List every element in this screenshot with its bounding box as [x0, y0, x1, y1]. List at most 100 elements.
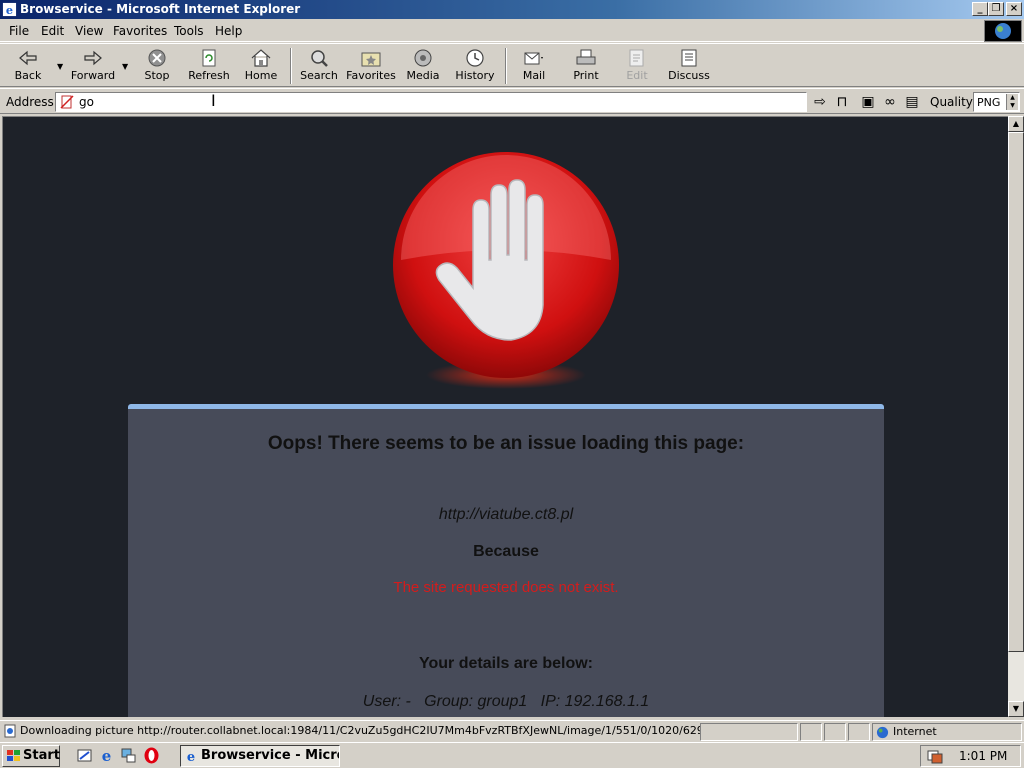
error-reason: The site requested does not exist.	[393, 579, 619, 596]
discuss-icon	[681, 49, 697, 67]
address-input[interactable]: go	[55, 92, 807, 112]
quality-label: Quality	[930, 95, 973, 109]
browser-window: e Browservice - Microsoft Internet Explo…	[0, 0, 1024, 768]
show-desktop-icon[interactable]	[76, 747, 93, 764]
close-button[interactable]: ×	[1006, 2, 1022, 16]
svg-text:e: e	[102, 747, 112, 764]
back-arrow-icon	[19, 50, 37, 66]
restore-button[interactable]: ❐	[988, 2, 1004, 16]
toolbar-separator	[505, 48, 507, 84]
text-cursor-icon: I	[211, 91, 216, 110]
media-button[interactable]: Media	[404, 46, 442, 86]
scroll-down-button[interactable]: ▼	[1008, 701, 1024, 717]
print-button[interactable]: Print	[568, 46, 604, 86]
forward-dropdown-icon[interactable]: ▼	[122, 62, 128, 71]
forward-button[interactable]: Forward	[70, 46, 116, 86]
internet-zone-icon	[876, 726, 889, 739]
status-bar: Downloading picture http://router.collab…	[0, 720, 1024, 742]
clock[interactable]: 1:01 PM	[959, 749, 1007, 763]
because-label: Because	[473, 543, 539, 560]
discuss-button[interactable]: Discuss	[668, 46, 710, 86]
error-panel: Oops! There seems to be an issue loading…	[128, 404, 884, 717]
start-button[interactable]: Start	[2, 745, 60, 767]
taskbar: Start e e Browservice - Micro... 1:01 PM	[0, 742, 1024, 768]
page-loading-icon	[4, 724, 16, 738]
media-icon	[414, 49, 432, 67]
ie-task-icon: e	[187, 750, 195, 763]
requested-url: http://viatube.ct8.pl	[438, 506, 574, 523]
scroll-thumb[interactable]	[1008, 132, 1024, 652]
stop-hand-icon	[393, 152, 619, 389]
window-title: Browservice - Microsoft Internet Explore…	[20, 2, 301, 16]
home-button[interactable]: Home	[242, 46, 280, 86]
menu-edit[interactable]: Edit	[41, 24, 64, 38]
menu-file[interactable]: File	[9, 24, 29, 38]
zone-label: Internet	[893, 725, 937, 738]
ie-quicklaunch-icon[interactable]: e	[98, 747, 115, 764]
quality-value: PNG	[977, 96, 1001, 109]
vertical-scrollbar[interactable]: ▲ ▼	[1008, 116, 1024, 717]
menu-bar: File Edit View Favorites Tools Help	[0, 20, 1024, 42]
edit-icon	[629, 49, 644, 67]
start-label: Start	[23, 748, 60, 763]
bookmark-icon[interactable]: ⊓	[834, 94, 850, 110]
tray-app-icon[interactable]	[927, 748, 943, 764]
ie-app-icon: e	[2, 2, 17, 17]
history-icon	[466, 49, 484, 67]
refresh-icon	[202, 49, 216, 67]
mail-button[interactable]: Mail	[516, 46, 552, 86]
forward-arrow-icon	[84, 50, 102, 66]
quality-selector[interactable]: PNG ▲ ▼	[973, 92, 1020, 112]
refresh-button[interactable]: Refresh	[186, 46, 232, 86]
page-icon[interactable]: ▣	[860, 94, 876, 110]
status-pane	[824, 723, 846, 741]
status-pane	[848, 723, 870, 741]
edit-button[interactable]: Edit	[620, 46, 654, 86]
title-bar[interactable]: e Browservice - Microsoft Internet Explo…	[0, 0, 1024, 19]
svg-text:e: e	[187, 750, 195, 763]
menu-favorites[interactable]: Favorites	[113, 24, 167, 38]
details-heading: Your details are below:	[419, 655, 593, 672]
taskbar-item-label: Browservice - Micro...	[201, 748, 339, 763]
home-icon	[251, 49, 271, 67]
go-arrow-icon[interactable]: ⇨	[812, 94, 828, 110]
page-content: Oops! There seems to be an issue loading…	[2, 116, 1008, 717]
print-icon	[576, 49, 596, 65]
toolbar-separator	[290, 48, 292, 84]
minimize-button[interactable]: _	[972, 2, 988, 16]
svg-text:e: e	[6, 3, 13, 17]
address-bar: Address go I ⇨ ⊓ ▣ ∞ ▤ Quality PNG ▲ ▼	[0, 88, 1024, 114]
favorites-button[interactable]: Favorites	[346, 46, 396, 86]
search-button[interactable]: Search	[300, 46, 338, 86]
status-text: Downloading picture http://router.collab…	[20, 724, 700, 737]
address-label: Address	[6, 95, 54, 109]
address-value: go	[79, 95, 94, 109]
mail-icon	[524, 52, 543, 65]
taskbar-item-browservice[interactable]: e Browservice - Micro...	[180, 745, 340, 767]
clipboard-icon[interactable]: ▤	[904, 94, 920, 110]
menu-view[interactable]: View	[75, 24, 103, 38]
network-quicklaunch-icon[interactable]	[120, 747, 137, 764]
status-pane	[800, 723, 822, 741]
globe-icon	[995, 23, 1011, 39]
back-button[interactable]: Back	[8, 46, 48, 86]
windows-flag-icon	[7, 750, 20, 761]
menu-tools[interactable]: Tools	[174, 24, 204, 38]
throbber-logo	[984, 20, 1022, 42]
error-title: Oops! There seems to be an issue loading…	[267, 433, 745, 454]
standard-toolbar: Back ▼ Forward ▼ Stop Refresh Home Searc…	[0, 43, 1024, 87]
page-favicon-icon	[60, 95, 74, 109]
opera-quicklaunch-icon[interactable]	[143, 747, 160, 764]
user-details: User: - Group: group1 IP: 192.168.1.1	[362, 693, 650, 710]
search-icon	[311, 50, 328, 67]
stop-button[interactable]: Stop	[140, 46, 174, 86]
menu-help[interactable]: Help	[215, 24, 242, 38]
quality-spinner[interactable]: ▲ ▼	[1006, 94, 1018, 110]
history-button[interactable]: History	[454, 46, 496, 86]
scroll-up-button[interactable]: ▲	[1008, 116, 1024, 132]
stop-icon	[148, 49, 166, 67]
system-tray: 1:01 PM	[920, 745, 1021, 767]
back-dropdown-icon[interactable]: ▼	[57, 62, 63, 71]
binoculars-icon[interactable]: ∞	[882, 94, 898, 110]
favorites-icon	[361, 52, 381, 67]
